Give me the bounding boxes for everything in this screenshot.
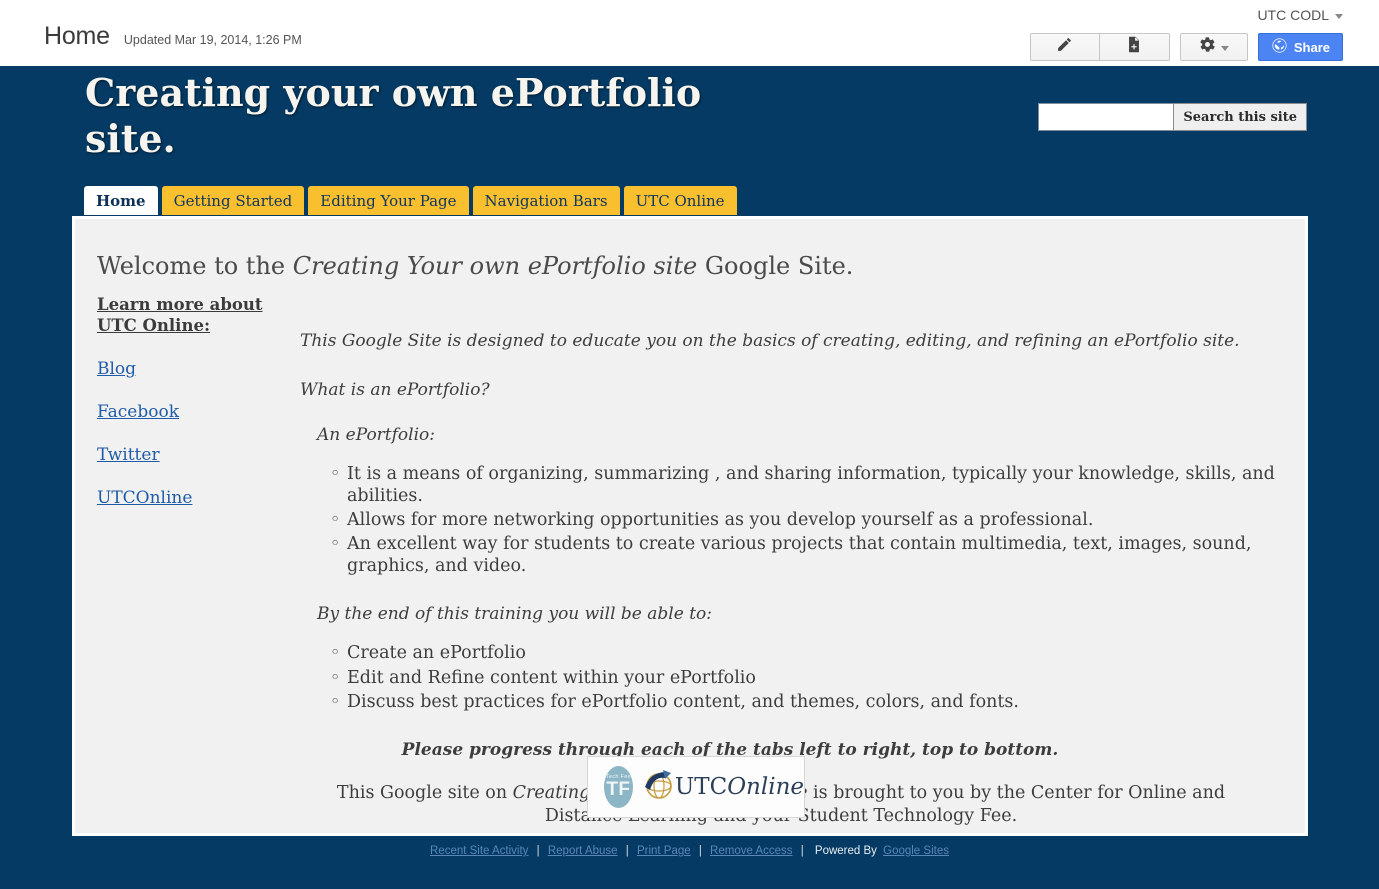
footer-powered-by-label: Powered By xyxy=(814,845,877,857)
footer-link-recent-site-activity[interactable]: Recent Site Activity xyxy=(430,845,528,857)
account-label: UTC CODL xyxy=(1257,7,1329,23)
tech-fee-initials: TF xyxy=(606,779,631,801)
gear-icon xyxy=(1199,36,1216,58)
globe-icon xyxy=(1271,37,1288,57)
outcomes-list: Create an ePortfolio Edit and Refine con… xyxy=(300,643,1290,714)
list-item: Discuss best practices for ePortfolio co… xyxy=(330,692,1290,714)
welcome-heading-emphasis: Creating Your own ePortfolio site xyxy=(292,252,698,280)
page-updated-timestamp: Updated Mar 19, 2014, 1:26 PM xyxy=(123,33,302,47)
question-paragraph: What is an ePortfolio? xyxy=(300,380,490,401)
site-footer: Recent Site Activity | Report Abuse | Pr… xyxy=(0,845,1379,857)
share-button[interactable]: Share xyxy=(1257,33,1343,61)
utconline-online-text: Online xyxy=(727,774,804,800)
tab-getting-started[interactable]: Getting Started xyxy=(161,186,305,215)
utconline-utc-text: UTC xyxy=(674,774,728,800)
page-title: Home xyxy=(44,22,110,50)
site-title: Creating your own ePortfolio site. xyxy=(85,70,702,162)
list-item: Allows for more networking opportunities… xyxy=(330,510,1290,532)
definition-list: It is a means of organizing, summarizing… xyxy=(300,464,1290,578)
more-actions-button[interactable] xyxy=(1179,33,1248,61)
footer-link-report-abuse[interactable]: Report Abuse xyxy=(548,845,618,857)
intro-paragraph: This Google Site is designed to educate … xyxy=(300,331,1240,351)
topbar-toolbar: Share xyxy=(1029,33,1343,61)
tab-utc-online[interactable]: UTC Online xyxy=(623,186,737,215)
footer-separator: | xyxy=(698,845,702,857)
closing-pre: This Google site on xyxy=(336,783,513,803)
outcomes-lead: By the end of this training you will be … xyxy=(317,604,712,625)
site-navigation-tabs: Home Getting Started Editing Your Page N… xyxy=(84,186,737,215)
search-input[interactable] xyxy=(1038,103,1174,131)
welcome-heading-pre: Welcome to the xyxy=(97,252,293,280)
site-search: Search this site xyxy=(1038,103,1307,131)
sidebar-link-utconline[interactable]: UTCOnline xyxy=(97,488,297,508)
new-page-button[interactable] xyxy=(1099,33,1170,61)
welcome-heading: Welcome to the Creating Your own ePortfo… xyxy=(97,252,853,280)
chevron-down-icon xyxy=(1335,14,1343,19)
footer-link-print-page[interactable]: Print Page xyxy=(637,845,691,857)
new-page-icon xyxy=(1126,36,1142,58)
footer-link-google-sites[interactable]: Google Sites xyxy=(883,845,949,857)
definition-lead: An ePortfolio: xyxy=(317,424,435,445)
page-content: Welcome to the Creating Your own ePortfo… xyxy=(75,219,1305,833)
page-action-button-group xyxy=(1029,33,1170,61)
sidebar-link-facebook[interactable]: Facebook xyxy=(97,402,297,422)
utconline-logo: UTC Online xyxy=(641,767,804,807)
list-item: An excellent way for students to create … xyxy=(330,534,1290,578)
account-switcher[interactable]: UTC CODL xyxy=(1257,7,1343,23)
google-sites-topbar: Home Updated Mar 19, 2014, 1:26 PM UTC C… xyxy=(0,0,1379,68)
footer-separator: | xyxy=(800,845,804,857)
list-item: Create an ePortfolio xyxy=(330,643,1290,665)
chevron-down-icon xyxy=(1220,46,1229,51)
tab-home[interactable]: Home xyxy=(84,186,158,215)
utconline-globe-icon xyxy=(641,767,675,807)
sidebar-heading: Learn more about UTC Online: xyxy=(97,295,263,336)
sidebar-link-blog[interactable]: Blog xyxy=(97,359,297,379)
search-submit-button[interactable]: Search this site xyxy=(1173,103,1307,131)
footer-link-remove-access[interactable]: Remove Access xyxy=(710,845,792,857)
page-title-row: Home Updated Mar 19, 2014, 1:26 PM xyxy=(44,22,302,51)
list-item: Edit and Refine content within your ePor… xyxy=(330,668,1290,690)
tab-editing-your-page[interactable]: Editing Your Page xyxy=(308,186,469,215)
welcome-heading-post: Google Site. xyxy=(697,252,854,280)
sidebar-links-column: Learn more about UTC Online: Blog Facebo… xyxy=(97,294,297,508)
share-button-label: Share xyxy=(1293,39,1330,55)
page-content-card: Welcome to the Creating Your own ePortfo… xyxy=(72,216,1308,836)
tab-navigation-bars[interactable]: Navigation Bars xyxy=(472,186,620,215)
sidebar-link-twitter[interactable]: Twitter xyxy=(97,445,297,465)
tech-fee-logo-icon: Tech Fee TF xyxy=(604,766,633,808)
list-item: It is a means of organizing, summarizing… xyxy=(330,464,1290,508)
footer-separator: | xyxy=(625,845,629,857)
sponsor-logo-image: Tech Fee TF UTC Online xyxy=(587,756,805,818)
edit-page-button[interactable] xyxy=(1029,33,1100,61)
pencil-icon xyxy=(1056,36,1073,58)
body-column: This Google Site is designed to educate … xyxy=(300,331,1290,829)
footer-separator: | xyxy=(536,845,540,857)
